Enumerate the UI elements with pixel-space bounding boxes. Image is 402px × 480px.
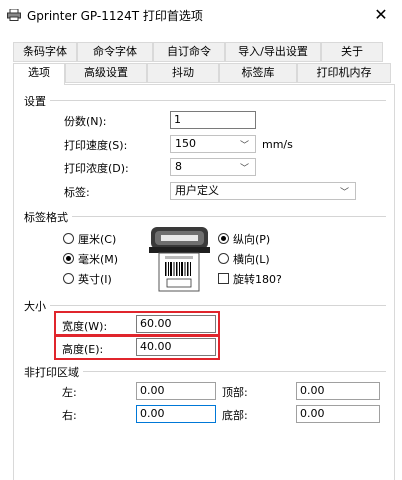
non-print-group-label: 非打印区域: [24, 364, 83, 380]
left-margin-input[interactable]: 0.00: [136, 382, 216, 400]
unit-mm-label: 毫米(M): [78, 253, 119, 266]
speed-unit: mm/s: [262, 138, 293, 151]
printer-icon: [7, 9, 21, 21]
size-divider: [24, 305, 386, 306]
label-type-select[interactable]: 用户定义 ﹀: [170, 182, 356, 200]
speed-value: 150: [175, 137, 196, 150]
label-format-divider: [24, 216, 386, 217]
tab-about[interactable]: 关于: [321, 42, 383, 62]
settings-divider: [24, 100, 386, 101]
portrait-label: 纵向(P): [233, 233, 271, 246]
tab-import-export[interactable]: 导入/导出设置: [225, 42, 321, 62]
rotate-checkbox[interactable]: [218, 273, 229, 284]
right-margin-label: 右:: [62, 409, 77, 422]
label-type-value: 用户定义: [175, 184, 219, 197]
close-button[interactable]: ✕: [360, 0, 402, 30]
density-select[interactable]: 8 ﹀: [170, 158, 256, 176]
chevron-down-icon: ﹀: [239, 141, 249, 151]
right-margin-input[interactable]: 0.00: [136, 405, 216, 423]
density-value: 8: [175, 160, 182, 173]
top-margin-label: 顶部:: [222, 386, 248, 399]
bottom-margin-label: 底部:: [222, 409, 248, 422]
unit-cm-label: 厘米(C): [78, 233, 117, 246]
unit-cm-radio[interactable]: [63, 233, 74, 244]
chevron-down-icon: ﹀: [239, 164, 249, 174]
copies-label: 份数(N):: [64, 115, 107, 128]
size-group-label: 大小: [24, 298, 50, 314]
portrait-radio[interactable]: [218, 233, 229, 244]
speed-label: 打印速度(S):: [64, 139, 128, 152]
copies-input[interactable]: 1: [170, 111, 256, 129]
rotate-label: 旋转180?: [233, 273, 282, 286]
height-highlight-box: [54, 334, 220, 360]
tab-custom-command[interactable]: 自订命令: [153, 42, 225, 62]
tab-advanced[interactable]: 高级设置: [65, 63, 147, 83]
unit-inch-radio[interactable]: [63, 273, 74, 284]
left-margin-label: 左:: [62, 386, 77, 399]
tab-command-font[interactable]: 命令字体: [77, 42, 153, 62]
top-margin-input[interactable]: 0.00: [296, 382, 380, 400]
tab-dither[interactable]: 抖动: [147, 63, 219, 83]
window-title: Gprinter GP-1124T 打印首选项: [27, 9, 203, 23]
unit-inch-label: 英寸(I): [78, 273, 112, 286]
chevron-down-icon: ﹀: [339, 188, 349, 198]
tab-label-library[interactable]: 标签库: [219, 63, 297, 83]
density-label: 打印浓度(D):: [64, 162, 129, 175]
label-type-label: 标签:: [64, 186, 90, 199]
unit-mm-radio[interactable]: [63, 253, 74, 264]
tab-options[interactable]: 选项: [13, 63, 65, 85]
label-format-group-label: 标签格式: [24, 209, 72, 225]
speed-select[interactable]: 150 ﹀: [170, 135, 256, 153]
bottom-margin-input[interactable]: 0.00: [296, 405, 380, 423]
label-printer-illustration: [149, 227, 210, 292]
tab-barcode-font[interactable]: 条码字体: [13, 42, 77, 62]
landscape-label: 横向(L): [233, 253, 270, 266]
tab-printer-memory[interactable]: 打印机内存: [297, 63, 391, 83]
title-bar: Gprinter GP-1124T 打印首选项 ✕: [0, 0, 402, 30]
settings-group-label: 设置: [24, 93, 50, 109]
landscape-radio[interactable]: [218, 253, 229, 264]
